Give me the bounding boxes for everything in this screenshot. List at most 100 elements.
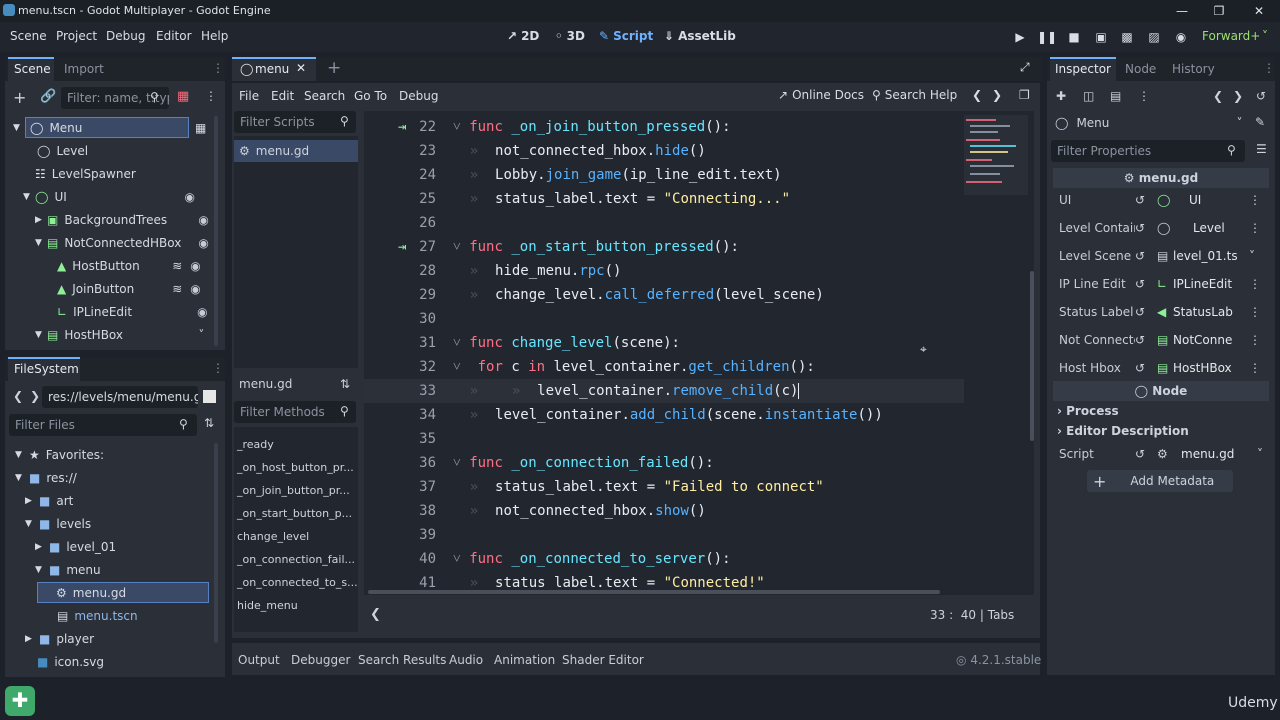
property-value[interactable]: StatusLab (1173, 305, 1249, 319)
property-value[interactable]: HostHBox (1173, 361, 1249, 375)
filter-methods-input[interactable]: Filter Methods (234, 401, 356, 423)
online-docs-button[interactable]: ↗ Online Docs (778, 88, 864, 102)
vertical-scrollbar[interactable] (1030, 271, 1034, 441)
file-tree-row[interactable]: ▶ ■ player (5, 627, 215, 650)
property-value[interactable]: level_01.ts (1173, 249, 1249, 263)
script-attach-icon[interactable]: ▦ (177, 89, 189, 104)
tab-scene[interactable]: Scene (14, 62, 51, 76)
visibility-eye-icon[interactable]: ◉ (190, 282, 200, 296)
file-tree-row[interactable]: ▤ menu.tscn (5, 604, 215, 627)
indent-mode[interactable]: Tabs (988, 608, 1015, 622)
property-row[interactable]: IP Line Edit ↺ ∟ IPLineEdit ⋮ (1047, 270, 1275, 298)
property-row[interactable]: Status Label ↺ ◀ StatusLab ⋮ (1047, 298, 1275, 326)
play-custom-scene-icon[interactable]: ▨ (1144, 27, 1164, 47)
play-scene-icon[interactable]: ▩ (1117, 27, 1137, 47)
forward-arrow-icon[interactable]: ❯ (992, 88, 1002, 102)
script-menu-file[interactable]: File (239, 89, 259, 103)
workspace-3d-button[interactable]: ◦ 3D (555, 29, 585, 43)
tab-history[interactable]: History (1172, 62, 1215, 76)
chevron-down-icon[interactable]: ˅ (1257, 447, 1263, 461)
more-icon[interactable]: ⋮ (1249, 221, 1261, 235)
more-icon[interactable]: ⋮ (1249, 277, 1261, 291)
remote-debug-icon[interactable]: ▣ (1091, 27, 1111, 47)
visibility-eye-icon[interactable]: ◉ (198, 213, 208, 227)
back-arrow-icon[interactable]: ❮ (13, 389, 23, 403)
code-editor[interactable]: ⇥ 22 ˅ func _on_join_button_pressed(): 23… (364, 111, 1034, 595)
path-field[interactable]: res://levels/menu/menu.gd (42, 386, 198, 408)
revert-icon[interactable]: ↺ (1135, 193, 1157, 207)
revert-icon[interactable]: ↺ (1135, 277, 1157, 291)
movie-maker-icon[interactable]: ◉ (1171, 27, 1191, 47)
back-arrow-icon[interactable]: ❮ (972, 88, 982, 102)
script-menu-edit[interactable]: Edit (271, 89, 294, 103)
menu-editor[interactable]: Editor (156, 29, 192, 43)
editor-description-section[interactable]: › Editor Description (1057, 424, 1189, 438)
add-tab-icon[interactable]: + (327, 58, 341, 78)
scrollbar[interactable] (214, 116, 218, 346)
file-tree-row[interactable]: ▼ ■ levels (5, 512, 215, 535)
save-icon[interactable]: ▤ (1110, 89, 1121, 103)
visibility-eye-icon[interactable]: ◉ (184, 190, 194, 204)
tab-audio[interactable]: Audio (449, 653, 483, 667)
file-tree-row[interactable]: ■ icon.svg (5, 650, 215, 673)
history-icon[interactable]: ↺ (1256, 89, 1266, 103)
method-item[interactable]: _on_join_button_pr... (237, 479, 358, 502)
property-value[interactable]: Level (1177, 221, 1249, 235)
more-icon[interactable]: ⋮ (1249, 361, 1261, 375)
scene-tree-row[interactable]: ▲ JoinButton ≋ ◉ (5, 277, 215, 300)
property-value[interactable]: NotConne (1173, 333, 1249, 347)
add-node-icon[interactable]: + (13, 88, 26, 107)
property-row[interactable]: Script ↺ ⚙ menu.gd ˅ (1047, 440, 1275, 468)
revert-icon[interactable]: ↺ (1135, 305, 1157, 319)
scene-tree-row[interactable]: ▼ ◯ UI ◉ (5, 185, 215, 208)
play-icon[interactable]: ▶ (1010, 27, 1030, 47)
tab-filesystem[interactable]: FileSystem (14, 362, 79, 376)
file-tree-row[interactable]: ▶ ■ level_01 (5, 535, 215, 558)
chevron-down-icon[interactable]: ˅ (198, 328, 204, 342)
chevron-down-icon[interactable]: ˅ (1249, 249, 1255, 263)
property-row[interactable]: UI ↺ ◯ UI ⋮ (1047, 186, 1275, 214)
scene-tree-row[interactable]: ▶ ▣ BackgroundTrees ◉ (5, 208, 215, 231)
file-tree-row[interactable]: ▼ ■ res:// (5, 466, 215, 489)
menu-help[interactable]: Help (201, 29, 228, 43)
object-properties-icon[interactable]: ✎ (1255, 115, 1265, 129)
forward-arrow-icon[interactable]: ❯ (1233, 89, 1243, 103)
workspace-script-button[interactable]: ✎ Script (599, 29, 653, 43)
sort-icon[interactable]: ⇅ (204, 416, 214, 430)
distraction-free-icon[interactable]: ⤢ (1020, 60, 1030, 75)
dock-menu-icon[interactable]: ⋮ (212, 361, 224, 375)
tab-output[interactable]: Output (238, 653, 280, 667)
new-resource-icon[interactable]: ✚ (1056, 89, 1066, 103)
filter-scripts-input[interactable]: Filter Scripts (234, 111, 356, 133)
method-item[interactable]: _on_connection_fail... (237, 548, 358, 571)
signal-icon[interactable]: ≋ (172, 282, 182, 296)
script-menu-search[interactable]: Search (304, 89, 345, 103)
minimize-icon[interactable]: — (1173, 2, 1191, 20)
more-icon[interactable]: ⋮ (1249, 193, 1261, 207)
tab-search-results[interactable]: Search Results (358, 653, 446, 667)
renderer-select[interactable]: Forward+ (1202, 29, 1260, 43)
maximize-icon[interactable]: ❐ (1210, 2, 1228, 20)
tab-debugger[interactable]: Debugger (291, 653, 350, 667)
more-icon[interactable]: ⋮ (1249, 305, 1261, 319)
menu-project[interactable]: Project (56, 29, 97, 43)
dock-menu-icon[interactable]: ⋮ (212, 61, 224, 75)
method-item[interactable]: hide_menu (237, 594, 358, 617)
property-row[interactable]: Level Scene ↺ ▤ level_01.ts ˅ (1047, 242, 1275, 270)
scene-tab-menu[interactable]: menu (255, 62, 289, 76)
script-icon[interactable]: ▦ (195, 121, 206, 135)
property-value[interactable]: IPLineEdit (1173, 277, 1249, 291)
settings-sliders-icon[interactable]: ☰ (1256, 142, 1267, 156)
process-section[interactable]: › Process (1057, 404, 1119, 418)
file-tree-row[interactable]: ▼ ★ Favorites: (5, 443, 215, 466)
visibility-eye-icon[interactable]: ◉ (198, 236, 208, 250)
toggle-scripts-panel-icon[interactable]: ❮ (370, 607, 381, 622)
add-puzzle-icon[interactable]: ✚ (5, 686, 35, 716)
revert-icon[interactable]: ↺ (1135, 447, 1157, 461)
scene-tree-row[interactable]: ▼ ◯ Menu ▦ (5, 116, 215, 139)
filter-properties-input[interactable]: Filter Properties (1051, 140, 1245, 162)
revert-icon[interactable]: ↺ (1135, 221, 1157, 235)
scrollbar[interactable] (214, 443, 218, 643)
revert-icon[interactable]: ↺ (1135, 333, 1157, 347)
revert-icon[interactable]: ↺ (1135, 249, 1157, 263)
